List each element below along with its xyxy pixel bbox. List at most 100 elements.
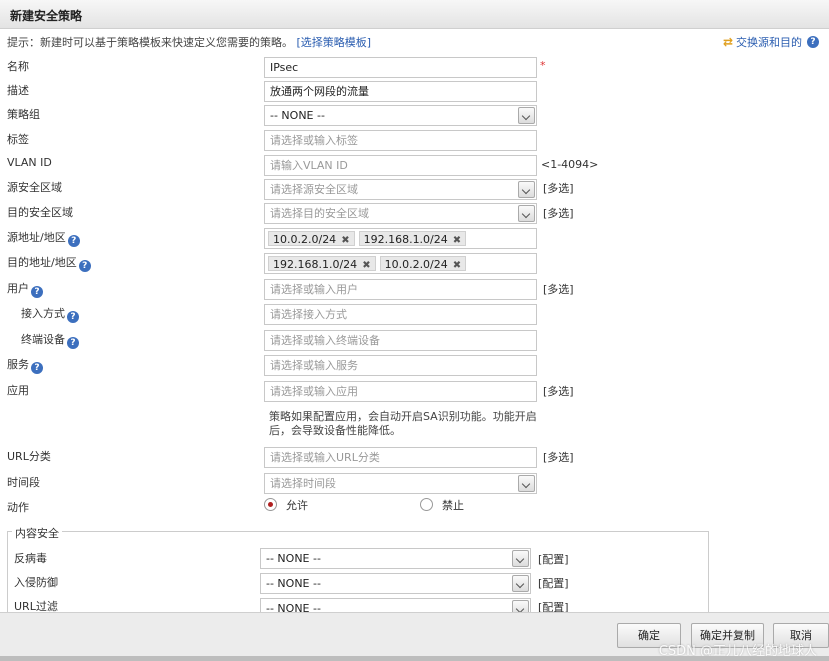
- chevron-down-icon[interactable]: [518, 475, 535, 492]
- time-select[interactable]: 请选择时间段: [264, 473, 537, 494]
- app-multi-link[interactable]: [多选]: [543, 383, 574, 399]
- access-label: 接入方式?: [21, 305, 79, 323]
- tag-input[interactable]: 请选择或输入标签: [264, 130, 537, 151]
- url-cat-input[interactable]: 请选择或输入URL分类: [264, 447, 537, 468]
- help-icon[interactable]: ?: [78, 260, 91, 272]
- user-input[interactable]: 请选择或输入用户: [264, 279, 537, 300]
- deny-radio-label[interactable]: 禁止: [442, 497, 464, 513]
- help-icon[interactable]: ?: [807, 36, 819, 48]
- time-label: 时间段: [7, 476, 40, 489]
- chevron-down-icon[interactable]: [512, 575, 529, 592]
- remove-icon[interactable]: ✖: [362, 260, 370, 271]
- time-placeholder: 请选择时间段: [270, 477, 336, 490]
- desc-input[interactable]: 放通两个网段的流量: [264, 81, 537, 102]
- url-filter-config-link[interactable]: [配置]: [538, 599, 569, 612]
- user-multi-link[interactable]: [多选]: [543, 281, 574, 297]
- chevron-down-icon[interactable]: [518, 205, 535, 222]
- antivirus-config-link[interactable]: [配置]: [538, 551, 569, 567]
- vlan-input[interactable]: 请输入VLAN ID: [264, 155, 537, 176]
- tag-label: 标签: [7, 133, 29, 146]
- content-security-legend: 内容安全: [12, 525, 62, 541]
- help-icon[interactable]: ?: [31, 362, 43, 374]
- remove-icon[interactable]: ✖: [453, 260, 461, 271]
- allow-radio-label[interactable]: 允许: [286, 497, 308, 513]
- device-input[interactable]: 请选择或输入终端设备: [264, 330, 537, 351]
- app-input[interactable]: 请选择或输入应用: [264, 381, 537, 402]
- dialog-titlebar: 新建安全策略: [0, 0, 829, 29]
- hint-line: 提示：新建时可以基于策略模板来快速定义您需要的策略。 [选择策略模板]: [7, 34, 371, 50]
- src-addr-label-text: 源地址/地区: [7, 231, 66, 244]
- src-addr-label: 源地址/地区?: [7, 229, 80, 247]
- dst-zone-select[interactable]: 请选择目的安全区域: [264, 203, 537, 224]
- help-icon[interactable]: ?: [67, 235, 80, 247]
- footer-bar: [0, 656, 829, 661]
- antivirus-value: -- NONE --: [266, 552, 321, 565]
- select-template-link[interactable]: [选择策略模板]: [297, 36, 372, 49]
- swap-src-dst-link[interactable]: ⇄ 交换源和目的 ?: [723, 34, 819, 50]
- user-label: 用户?: [7, 280, 43, 298]
- service-label-text: 服务: [7, 358, 29, 371]
- service-input[interactable]: 请选择或输入服务: [264, 355, 537, 376]
- antivirus-label: 反病毒: [14, 552, 47, 565]
- address-tag: 192.168.1.0/24 ✖: [358, 231, 467, 246]
- app-label: 应用: [7, 384, 29, 397]
- src-zone-label: 源安全区域: [7, 181, 62, 194]
- chevron-down-icon[interactable]: [512, 600, 529, 612]
- src-zone-placeholder: 请选择源安全区域: [270, 183, 358, 196]
- src-zone-select[interactable]: 请选择源安全区域: [264, 179, 537, 200]
- tag-text: 192.168.1.0/24: [363, 233, 448, 246]
- deny-radio[interactable]: [420, 498, 433, 511]
- group-select[interactable]: -- NONE --: [264, 105, 537, 126]
- dst-addr-label-text: 目的地址/地区: [7, 256, 77, 269]
- vlan-range: <1-4094>: [541, 158, 599, 171]
- dst-zone-multi-link[interactable]: [多选]: [543, 205, 574, 221]
- dialog-title: 新建安全策略: [10, 9, 83, 23]
- url-filter-label: URL过滤: [14, 600, 58, 612]
- app-note: 策略如果配置应用，会自动开启SA识别功能。功能开启后，会导致设备性能降低。: [269, 410, 537, 437]
- group-value: -- NONE --: [270, 109, 325, 122]
- chevron-down-icon[interactable]: [518, 181, 535, 198]
- dialog-content: 提示：新建时可以基于策略模板来快速定义您需要的策略。 [选择策略模板] ⇄ 交换…: [0, 29, 829, 612]
- remove-icon[interactable]: ✖: [341, 235, 349, 246]
- device-label-text: 终端设备: [21, 333, 65, 346]
- help-icon[interactable]: ?: [67, 337, 79, 349]
- address-tag: 192.168.1.0/24 ✖: [268, 256, 376, 271]
- remove-icon[interactable]: ✖: [453, 235, 461, 246]
- swap-label: 交换源和目的: [736, 36, 802, 49]
- access-input[interactable]: 请选择接入方式: [264, 304, 537, 325]
- chevron-down-icon[interactable]: [518, 107, 535, 124]
- name-input[interactable]: IPsec: [264, 57, 537, 78]
- required-mark: *: [540, 59, 546, 72]
- src-zone-multi-link[interactable]: [多选]: [543, 180, 574, 196]
- user-label-text: 用户: [7, 282, 29, 295]
- chevron-down-icon[interactable]: [512, 550, 529, 567]
- tag-text: 10.0.2.0/24: [384, 258, 448, 271]
- access-label-text: 接入方式: [21, 307, 65, 320]
- service-label: 服务?: [7, 356, 43, 374]
- allow-radio[interactable]: [264, 498, 277, 511]
- vlan-label: VLAN ID: [7, 156, 52, 169]
- antivirus-select[interactable]: -- NONE --: [260, 548, 531, 569]
- ips-select[interactable]: -- NONE --: [260, 573, 531, 594]
- ips-value: -- NONE --: [266, 577, 321, 590]
- dst-addr-input[interactable]: 192.168.1.0/24 ✖ 10.0.2.0/24 ✖: [264, 253, 537, 274]
- dst-zone-label: 目的安全区域: [7, 206, 73, 219]
- address-tag: 10.0.2.0/24 ✖: [268, 231, 355, 246]
- url-filter-value: -- NONE --: [266, 602, 321, 612]
- src-addr-input[interactable]: 10.0.2.0/24 ✖ 192.168.1.0/24 ✖: [264, 228, 537, 249]
- dst-addr-label: 目的地址/地区?: [7, 254, 91, 272]
- url-cat-multi-link[interactable]: [多选]: [543, 449, 574, 465]
- address-tag: 10.0.2.0/24 ✖: [379, 256, 467, 271]
- swap-icon: ⇄: [722, 35, 733, 49]
- device-label: 终端设备?: [21, 331, 79, 349]
- ips-config-link[interactable]: [配置]: [538, 575, 569, 591]
- tag-text: 10.0.2.0/24: [273, 233, 337, 246]
- ips-label: 入侵防御: [14, 576, 58, 589]
- url-filter-select[interactable]: -- NONE --: [260, 598, 531, 612]
- dst-zone-placeholder: 请选择目的安全区域: [270, 207, 369, 220]
- name-label: 名称: [7, 60, 29, 73]
- desc-label: 描述: [7, 84, 29, 97]
- hint-text: 提示：新建时可以基于策略模板来快速定义您需要的策略。: [7, 36, 293, 49]
- help-icon[interactable]: ?: [31, 286, 43, 298]
- help-icon[interactable]: ?: [67, 311, 79, 323]
